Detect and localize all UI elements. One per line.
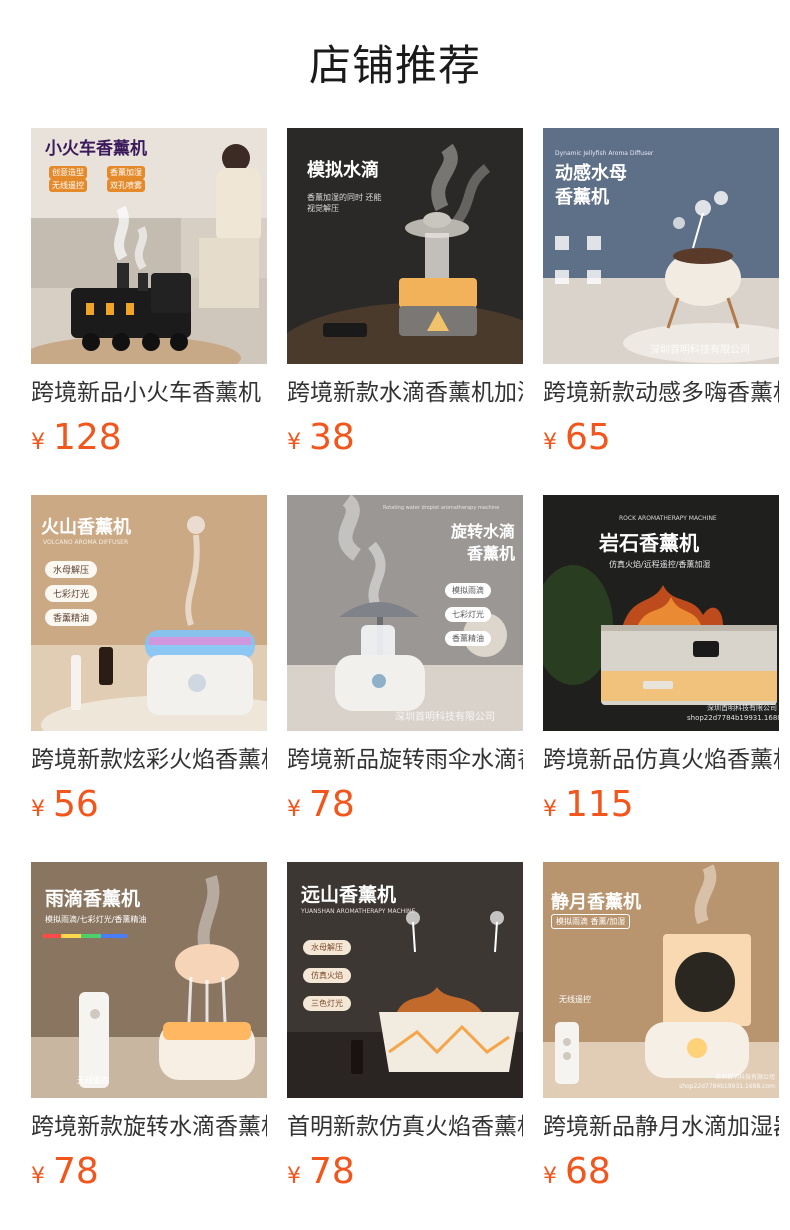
image-title: 雨滴香薰机 (45, 888, 141, 910)
product-name[interactable]: 首明新款仿真火焰香薰机 (287, 1110, 523, 1144)
image-title: 小火车香薰机 (45, 139, 147, 159)
image-small-text: Dynamic Jellyfish Aroma Diffuser (555, 150, 654, 157)
product-price: ¥ 78 (287, 1150, 523, 1194)
image-title: 动感水母 香薰机 (555, 163, 627, 208)
product-image[interactable]: 火山香薰机 VOLCANO AROMA DIFFUSER 水母解压 七彩灯光 香… (31, 495, 267, 731)
image-chip: 无线遥控 (49, 179, 87, 192)
image-chip: 香薰精油 (445, 631, 491, 646)
price-amount: 56 (53, 784, 99, 825)
product-grid: 小火车香薰机 创意造型 香薰加湿 无线遥控 双孔喷雾 跨境新品小火车香薰机 ¥ … (31, 128, 781, 1229)
price-amount: 78 (309, 1151, 355, 1192)
product-price: ¥ 68 (543, 1150, 779, 1194)
product-card[interactable]: Rotating water droplet aromatherapy mach… (287, 495, 523, 862)
image-title: 静月香薰机 (551, 892, 641, 913)
product-name[interactable]: 跨境新品仿真火焰香薰机 (543, 743, 779, 777)
product-price: ¥ 78 (287, 783, 523, 827)
price-amount: 115 (565, 784, 634, 825)
product-card[interactable]: 火山香薰机 VOLCANO AROMA DIFFUSER 水母解压 七彩灯光 香… (31, 495, 267, 862)
product-name[interactable]: 跨境新款水滴香薰机加湿器 (287, 376, 523, 410)
currency-symbol: ¥ (287, 797, 301, 822)
image-title: 旋转水滴 香薰机 (450, 522, 515, 563)
image-subtitle: 模拟雨滴/七彩灯光/香薰精油 (45, 915, 147, 924)
product-card[interactable]: 远山香薰机 YUANSHAN AROMATHERAPY MACHINE 水母解压… (287, 862, 523, 1229)
image-chip: 香薰加湿 (107, 166, 145, 179)
product-image[interactable]: 模拟水滴 香薰加湿的同时 还能视觉解压 (287, 128, 523, 364)
product-card[interactable]: 小火车香薰机 创意造型 香薰加湿 无线遥控 双孔喷雾 跨境新品小火车香薰机 ¥ … (31, 128, 267, 495)
image-chip: 三色灯光 (303, 996, 351, 1011)
price-amount: 38 (309, 417, 355, 458)
image-watermark: 深圳首明科技有限公司 shop22d7784b19931.1688.com (687, 704, 779, 722)
currency-symbol: ¥ (31, 1164, 45, 1189)
currency-symbol: ¥ (543, 430, 557, 455)
product-name[interactable]: 跨境新品静月水滴加湿器 (543, 1110, 779, 1144)
currency-symbol: ¥ (543, 797, 557, 822)
image-watermark: 深圳首明科技有限公司 (395, 712, 495, 723)
currency-symbol: ¥ (31, 430, 45, 455)
currency-symbol: ¥ (543, 1164, 557, 1189)
currency-symbol: ¥ (31, 797, 45, 822)
image-title: 远山香薰机 (301, 884, 397, 906)
image-label: 无线遥控 (77, 1076, 109, 1085)
image-small-text: YUANSHAN AROMATHERAPY MACHINE (301, 908, 416, 915)
currency-symbol: ¥ (287, 1164, 301, 1189)
product-card[interactable]: 模拟水滴 香薰加湿的同时 还能视觉解压 跨境新款水滴香薰机加湿器 ¥ 38 (287, 128, 523, 495)
price-amount: 65 (565, 417, 611, 458)
image-chip: 创意造型 (49, 166, 87, 179)
train-diffuser-illustration (31, 128, 267, 364)
image-chip: 香薰精油 (45, 609, 98, 626)
product-name[interactable]: 跨境新款旋转水滴香薰机 (31, 1110, 267, 1144)
image-watermark: 深圳首明科技有限公司 (650, 345, 750, 356)
price-amount: 68 (565, 1151, 611, 1192)
image-small-text: ROCK AROMATHERAPY MACHINE (619, 515, 717, 522)
product-name[interactable]: 跨境新品旋转雨伞水滴香薰机 (287, 743, 523, 777)
section-title: 店铺推荐 (308, 41, 481, 90)
product-card[interactable]: Dynamic Jellyfish Aroma Diffuser 动感水母 香薰… (543, 128, 779, 495)
product-image[interactable]: ROCK AROMATHERAPY MACHINE 岩石香薰机 仿真火焰/远程遥… (543, 495, 779, 731)
price-amount: 128 (53, 417, 122, 458)
product-price: ¥ 78 (31, 1150, 267, 1194)
product-price: ¥ 65 (543, 416, 779, 460)
product-card[interactable]: 静月香薰机 模拟雨滴 香薰/加湿 无线遥控 深圳首明科技有限公司 shop22d… (543, 862, 779, 1229)
product-card[interactable]: ROCK AROMATHERAPY MACHINE 岩石香薰机 仿真火焰/远程遥… (543, 495, 779, 862)
price-amount: 78 (309, 784, 355, 825)
image-label: 无线遥控 (559, 995, 591, 1004)
product-image[interactable]: 小火车香薰机 创意造型 香薰加湿 无线遥控 双孔喷雾 (31, 128, 267, 364)
product-image[interactable]: Rotating water droplet aromatherapy mach… (287, 495, 523, 731)
product-price: ¥ 56 (31, 783, 267, 827)
product-name[interactable]: 跨境新款动感多嗨香薰机 (543, 376, 779, 410)
image-chip: 双孔喷雾 (107, 179, 145, 192)
image-watermark: 深圳首明科技有限公司 shop22d7784b19931.1688.com (679, 1074, 775, 1090)
image-subtitle: 模拟雨滴 香薰/加湿 (551, 914, 631, 929)
product-image[interactable]: 静月香薰机 模拟雨滴 香薰/加湿 无线遥控 深圳首明科技有限公司 shop22d… (543, 862, 779, 1098)
product-price: ¥ 128 (31, 416, 267, 460)
product-card[interactable]: 雨滴香薰机 模拟雨滴/七彩灯光/香薰精油 无线遥控 跨境新款旋转水滴香薰机 ¥ … (31, 862, 267, 1229)
currency-symbol: ¥ (287, 430, 301, 455)
image-chip: 水母解压 (303, 940, 351, 955)
image-chip: 模拟雨滴 (445, 583, 491, 598)
product-name[interactable]: 跨境新品小火车香薰机 (31, 376, 267, 410)
image-title: 岩石香薰机 (599, 531, 699, 555)
image-chip: 七彩灯光 (445, 607, 491, 622)
image-title: 模拟水滴 (307, 160, 379, 181)
product-image[interactable]: Dynamic Jellyfish Aroma Diffuser 动感水母 香薰… (543, 128, 779, 364)
price-amount: 78 (53, 1151, 99, 1192)
store-recommendations-page: 店铺推荐 小火车香薰机 创意造型 香薰加湿 无线遥控 双孔喷雾 跨境新品小火车香… (0, 0, 790, 1230)
image-title: 火山香薰机 (41, 517, 131, 538)
image-subtitle: 仿真火焰/远程遥控/香薰加湿 (609, 560, 711, 569)
product-image[interactable]: 雨滴香薰机 模拟雨滴/七彩灯光/香薰精油 无线遥控 (31, 862, 267, 1098)
product-image[interactable]: 远山香薰机 YUANSHAN AROMATHERAPY MACHINE 水母解压… (287, 862, 523, 1098)
image-chip: 仿真火焰 (303, 968, 351, 983)
image-chip: 七彩灯光 (45, 585, 98, 602)
image-small-text: VOLCANO AROMA DIFFUSER (43, 539, 129, 546)
image-small-text: Rotating water droplet aromatherapy mach… (383, 505, 500, 511)
product-name[interactable]: 跨境新款炫彩火焰香薰机 (31, 743, 267, 777)
image-chip: 水母解压 (45, 561, 98, 578)
product-price: ¥ 115 (543, 783, 779, 827)
product-price: ¥ 38 (287, 416, 523, 460)
image-subtitle: 香薰加湿的同时 还能视觉解压 (307, 193, 382, 213)
